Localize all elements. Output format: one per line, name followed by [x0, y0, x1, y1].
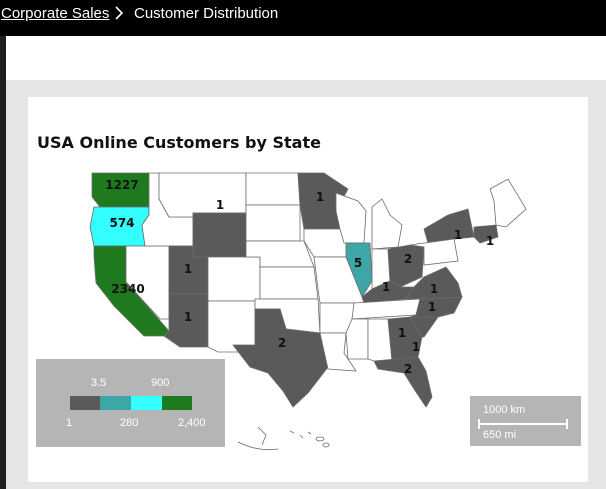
state-value-label: 2340 — [111, 282, 144, 296]
scale-bar-box: 1000 km 650 mi — [470, 396, 581, 446]
state-kansas[interactable] — [259, 266, 319, 300]
state-value-label: 1 — [382, 280, 390, 294]
state-michigan[interactable] — [371, 198, 403, 250]
color-legend: 3.5 900 1 280 2,400 — [36, 359, 225, 447]
state-value-label: 1 — [430, 282, 438, 296]
legend-label-bottom-3: 2,400 — [178, 417, 206, 429]
legend-label-top-2: 900 — [151, 377, 170, 389]
legend-swatch-4 — [162, 396, 192, 410]
state-value-label: 1 — [184, 310, 192, 324]
state-new-york[interactable] — [423, 208, 475, 244]
state-value-label: 1 — [316, 190, 324, 204]
state-wyoming[interactable] — [192, 212, 247, 258]
chevron-right-icon — [115, 6, 124, 20]
legend-swatch-3 — [131, 396, 162, 410]
state-value-label: 1 — [216, 198, 224, 212]
state-value-label: 1227 — [105, 178, 138, 192]
scale-km-label: 1000 km — [483, 404, 526, 416]
state-value-label: 1 — [412, 340, 420, 354]
legend-label-bottom-2: 280 — [120, 417, 139, 429]
state-maine[interactable] — [489, 178, 527, 228]
state-value-label: 1 — [398, 326, 406, 340]
state-value-label: 2 — [278, 336, 286, 350]
scale-tick-right — [566, 419, 568, 429]
header-panel — [6, 36, 606, 80]
state-colorado[interactable] — [207, 256, 261, 302]
legend-label-top-1: 3.5 — [91, 377, 107, 389]
state-value-label: 5 — [354, 256, 362, 270]
state-montana[interactable] — [158, 172, 247, 218]
state-new-mexico[interactable] — [207, 300, 256, 353]
map-card: USA Online Customers by State 1227 574 234… — [28, 97, 588, 482]
scale-bar — [478, 423, 568, 425]
scale-tick-left — [478, 419, 480, 429]
legend-swatch-2 — [100, 396, 131, 410]
state-value-label: 1 — [454, 228, 462, 242]
state-value-label: 574 — [109, 216, 134, 230]
state-mississippi[interactable] — [345, 318, 369, 360]
caribbean-islands — [237, 426, 330, 451]
breadcrumb-current: Customer Distribution — [134, 5, 279, 22]
legend-label-bottom-1: 1 — [66, 417, 73, 429]
state-value-label: 2 — [404, 252, 412, 266]
scale-mi-label: 650 mi — [483, 429, 517, 441]
state-value-label: 1 — [428, 300, 436, 314]
state-value-label: 2 — [404, 362, 412, 376]
title-bar: Corporate Sales Customer Distribution — [0, 0, 606, 36]
state-south-dakota[interactable] — [245, 204, 301, 242]
legend-swatch-1 — [70, 396, 100, 410]
state-north-dakota[interactable] — [245, 172, 301, 206]
state-value-label: 1 — [184, 262, 192, 276]
state-value-label: 1 — [486, 234, 494, 248]
breadcrumb-parent-link[interactable]: Corporate Sales — [1, 5, 109, 22]
